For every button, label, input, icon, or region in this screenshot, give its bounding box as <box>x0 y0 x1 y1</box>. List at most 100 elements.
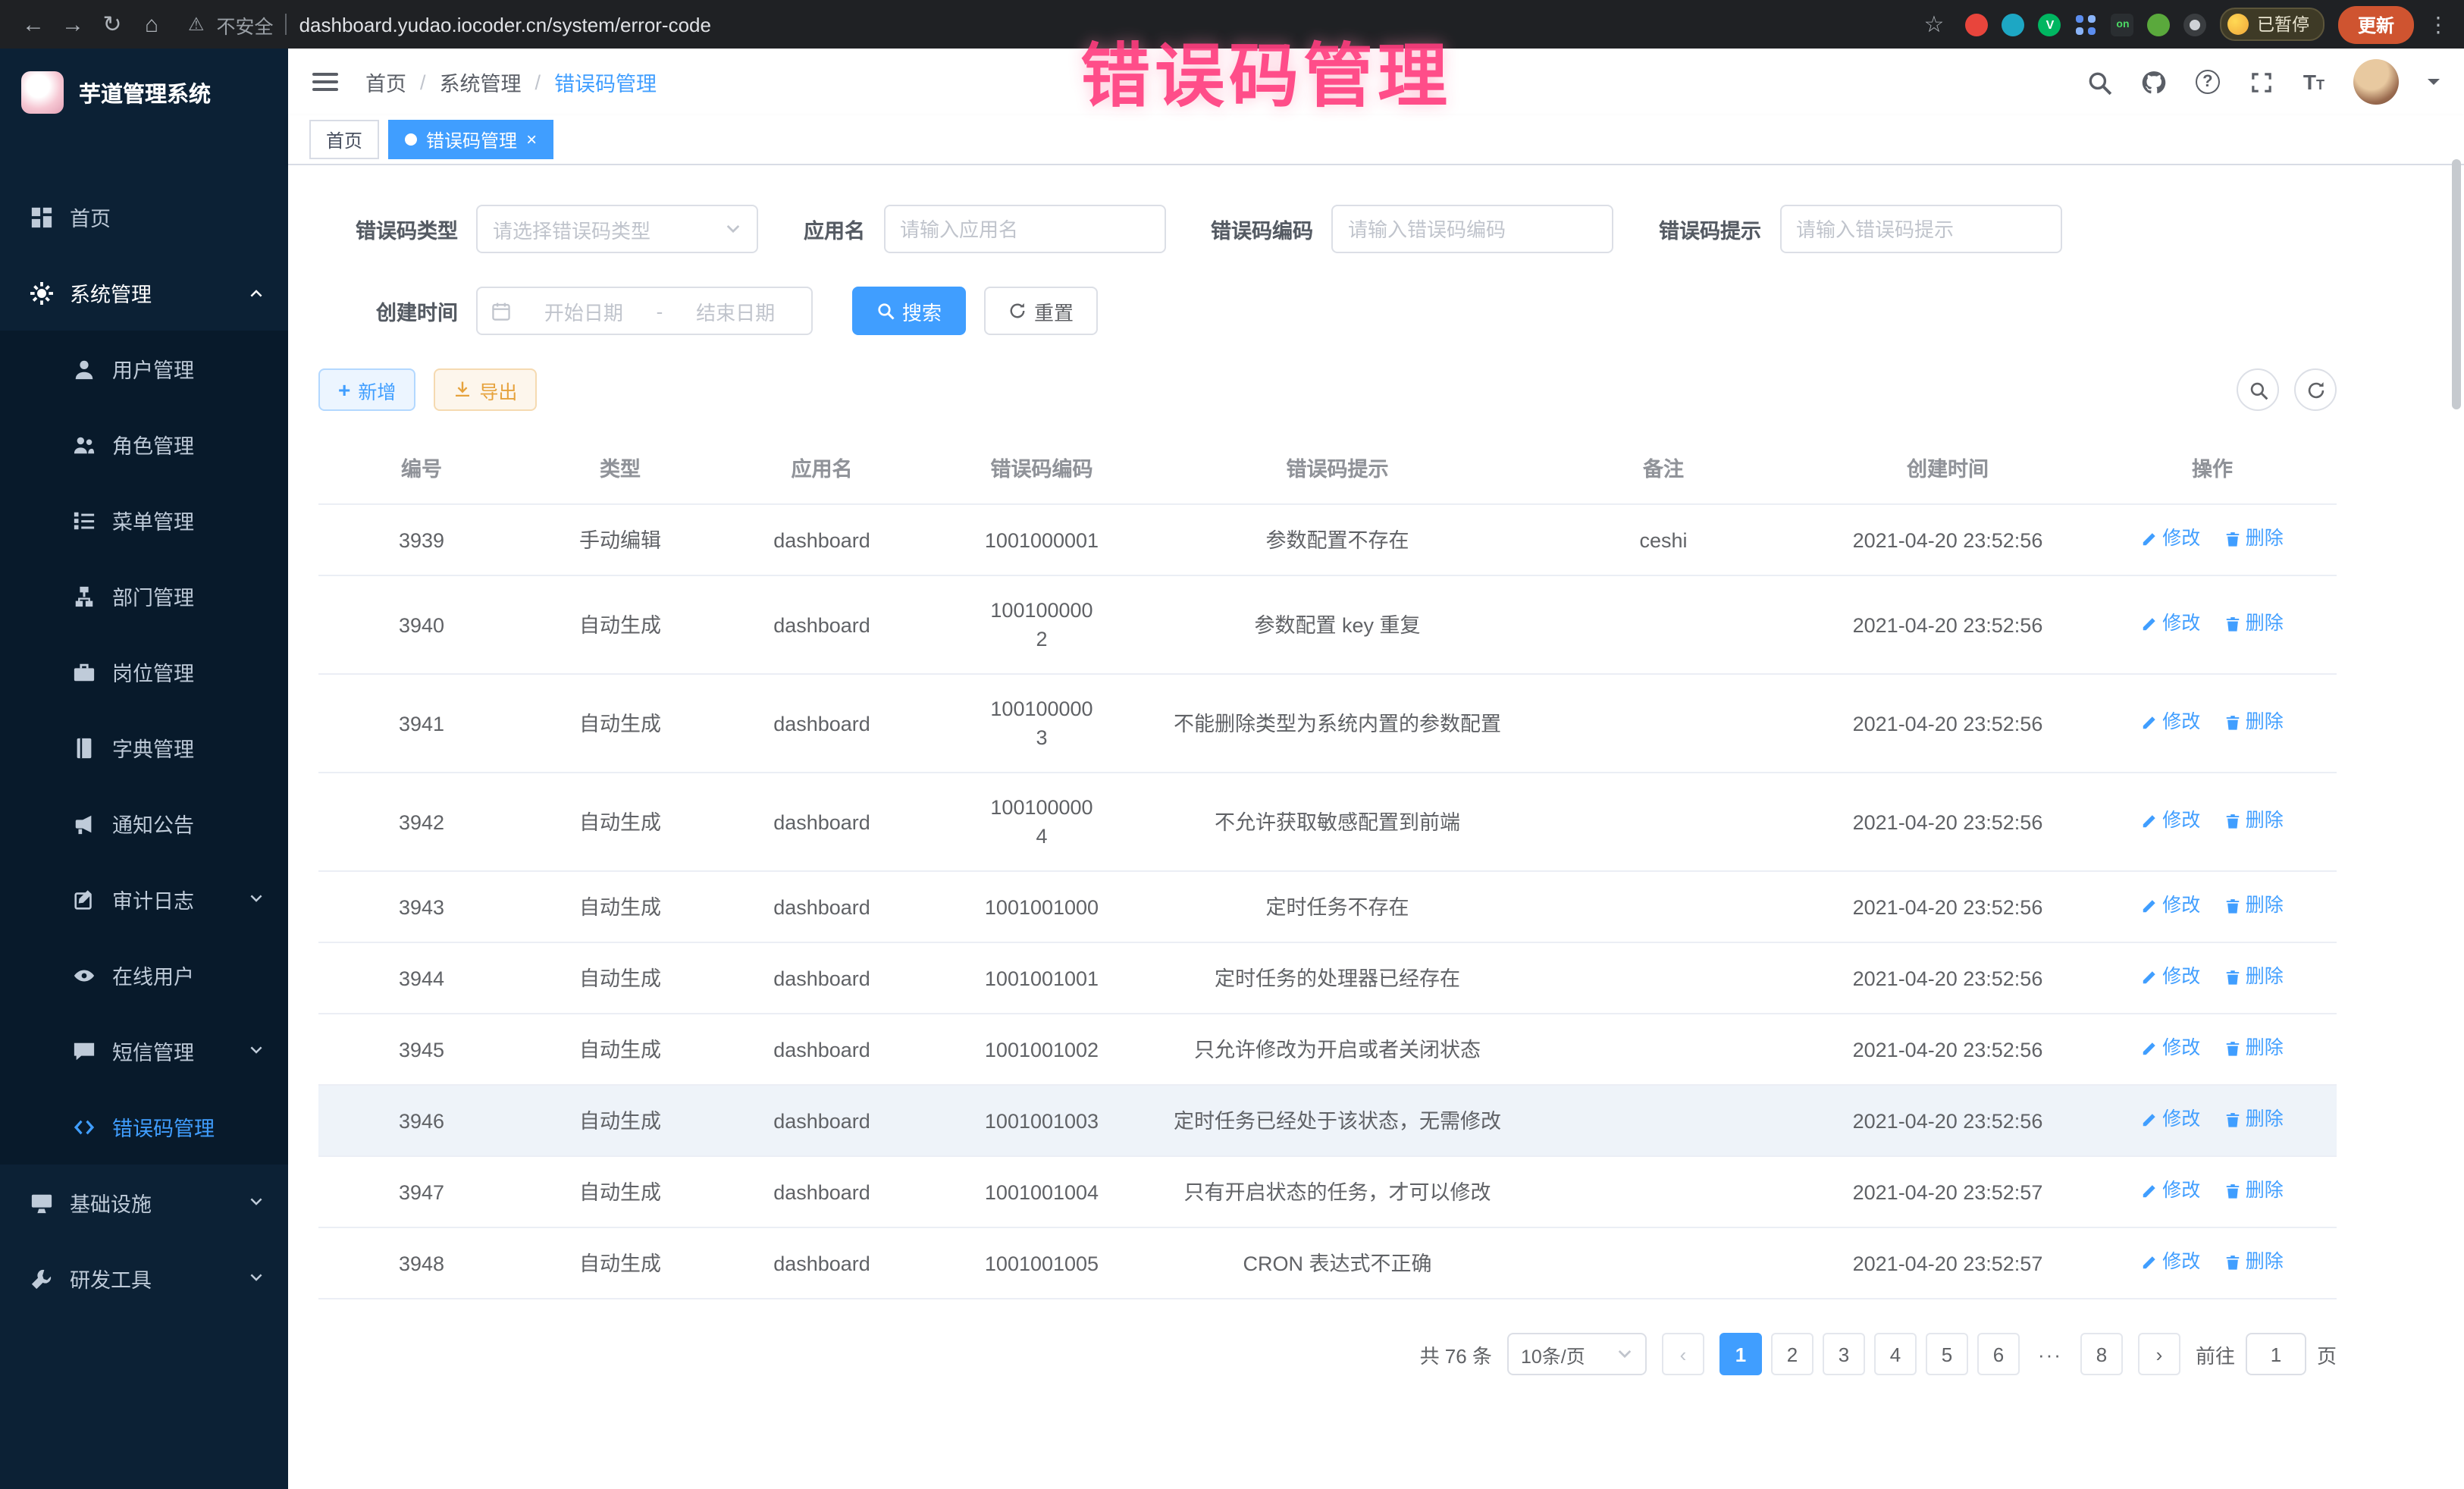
page-button[interactable]: 1 <box>1719 1333 1762 1375</box>
page-button[interactable]: 8 <box>2080 1333 2123 1375</box>
edit-link[interactable]: 修改 <box>2141 525 2200 553</box>
edit-link[interactable]: 修改 <box>2141 1248 2200 1277</box>
delete-link[interactable]: 删除 <box>2224 892 2284 920</box>
sidebar-item-dict-mgmt[interactable]: 字典管理 <box>0 710 288 785</box>
delete-link[interactable]: 删除 <box>2224 807 2284 835</box>
tab-error-code[interactable]: 错误码管理 × <box>388 120 553 159</box>
sidebar-item-infrastructure[interactable]: 基础设施 <box>0 1165 288 1240</box>
extension-red-icon[interactable] <box>1966 13 1989 36</box>
sidebar-item-role-mgmt[interactable]: 角色管理 <box>0 406 288 482</box>
reset-button[interactable]: 重置 <box>984 287 1098 335</box>
pagination: 共 76 条 10条/页 ‹ 1 2 3 <box>318 1333 2337 1375</box>
sidebar-item-user-mgmt[interactable]: 用户管理 <box>0 331 288 406</box>
font-size-icon[interactable]: TT <box>2303 70 2324 94</box>
chevron-down-icon <box>249 1043 264 1058</box>
edit-link[interactable]: 修改 <box>2141 1177 2200 1205</box>
extension-on-icon[interactable]: on <box>2111 13 2134 36</box>
fullscreen-icon[interactable] <box>2249 69 2274 95</box>
sidebar-item-menu-mgmt[interactable]: 菜单管理 <box>0 482 288 558</box>
cell-app: dashboard <box>716 942 928 1014</box>
browser-menu-icon[interactable]: ⋮ <box>2428 11 2449 37</box>
show-search-icon[interactable] <box>2237 368 2279 411</box>
cell-actions: 修改 删除 <box>2088 1014 2337 1085</box>
search-icon[interactable] <box>2086 69 2112 95</box>
edit-link[interactable]: 修改 <box>2141 807 2200 835</box>
delete-link[interactable]: 删除 <box>2224 708 2284 737</box>
cell-remark <box>1519 1014 1807 1085</box>
breadcrumb-system[interactable]: 系统管理 <box>440 67 522 97</box>
error-type-select[interactable]: 请选择错误码类型 <box>476 205 758 253</box>
edit-link[interactable]: 修改 <box>2141 610 2200 638</box>
app-logo[interactable]: 芋道管理系统 <box>0 49 288 136</box>
sidebar-item-system[interactable]: 系统管理 <box>0 255 288 331</box>
page-button[interactable]: 4 <box>1874 1333 1917 1375</box>
page-button[interactable]: 3 <box>1823 1333 1865 1375</box>
search-button[interactable]: 搜索 <box>852 287 966 335</box>
sidebar-item-audit-log[interactable]: 审计日志 <box>0 861 288 937</box>
delete-link[interactable]: 删除 <box>2224 963 2284 992</box>
start-date-placeholder: 开始日期 <box>522 296 646 325</box>
message-icon <box>73 1039 96 1062</box>
avatar-dropdown-icon[interactable] <box>2428 79 2440 91</box>
sidebar-item-post-mgmt[interactable]: 岗位管理 <box>0 634 288 710</box>
delete-link[interactable]: 删除 <box>2224 1105 2284 1134</box>
extension-grid-icon[interactable] <box>2075 13 2098 36</box>
sidebar-item-sms-mgmt[interactable]: 短信管理 <box>0 1013 288 1089</box>
refresh-icon[interactable] <box>2294 368 2337 411</box>
help-icon[interactable]: ? <box>2196 70 2220 94</box>
next-page-button[interactable]: › <box>2138 1333 2180 1375</box>
sidebar-item-dev-tools[interactable]: 研发工具 <box>0 1240 288 1316</box>
cell-created: 2021-04-20 23:52:56 <box>1807 1014 2088 1085</box>
export-button[interactable]: 导出 <box>434 368 537 411</box>
sidebar-item-notice[interactable]: 通知公告 <box>0 785 288 861</box>
user-avatar[interactable] <box>2353 59 2399 105</box>
edit-link[interactable]: 修改 <box>2141 892 2200 920</box>
error-code-input[interactable] <box>1331 205 1613 253</box>
sidebar-item-home[interactable]: 首页 <box>0 179 288 255</box>
page-button[interactable]: 2 <box>1771 1333 1814 1375</box>
extension-green-icon[interactable]: V <box>2039 13 2061 36</box>
paused-badge[interactable]: 已暂停 <box>2221 8 2324 41</box>
app-name-input[interactable] <box>883 205 1165 253</box>
breadcrumb-home[interactable]: 首页 <box>365 67 406 97</box>
address-bar[interactable]: ⚠ 不安全 dashboard.yudao.iocoder.cn/system/… <box>188 10 711 39</box>
reload-icon[interactable]: ↻ <box>94 11 130 38</box>
close-tab-icon[interactable]: × <box>526 130 537 149</box>
delete-link[interactable]: 删除 <box>2224 1034 2284 1063</box>
cell-actions: 修改 删除 <box>2088 1227 2337 1299</box>
error-msg-input[interactable] <box>1779 205 2061 253</box>
extension-pin-icon[interactable] <box>2184 13 2207 36</box>
edit-link[interactable]: 修改 <box>2141 708 2200 737</box>
back-icon[interactable]: ← <box>15 11 52 37</box>
sidebar-collapse-icon[interactable] <box>312 73 338 91</box>
delete-link[interactable]: 删除 <box>2224 525 2284 553</box>
cell-type: 自动生成 <box>525 1227 716 1299</box>
cell-type: 自动生成 <box>525 871 716 942</box>
delete-link[interactable]: 删除 <box>2224 610 2284 638</box>
page-size-select[interactable]: 10条/页 <box>1507 1333 1647 1375</box>
sidebar-item-dept-mgmt[interactable]: 部门管理 <box>0 558 288 634</box>
sidebar-item-online-users[interactable]: 在线用户 <box>0 937 288 1013</box>
page-button[interactable]: 6 <box>1977 1333 2020 1375</box>
prev-page-button[interactable]: ‹ <box>1662 1333 1704 1375</box>
date-range-picker[interactable]: 开始日期 - 结束日期 <box>476 287 813 335</box>
github-icon[interactable] <box>2141 69 2167 95</box>
page-scrollbar[interactable] <box>2452 159 2461 409</box>
delete-link[interactable]: 删除 <box>2224 1248 2284 1277</box>
extension-teal-icon[interactable] <box>2002 13 2025 36</box>
delete-link[interactable]: 删除 <box>2224 1177 2284 1205</box>
browser-home-icon[interactable]: ⌂ <box>133 11 170 37</box>
sidebar-item-error-code[interactable]: 错误码管理 <box>0 1089 288 1165</box>
edit-link[interactable]: 修改 <box>2141 963 2200 992</box>
add-button[interactable]: + 新增 <box>318 368 415 411</box>
goto-page-input[interactable] <box>2246 1333 2306 1375</box>
tab-home[interactable]: 首页 <box>309 120 379 159</box>
page-button[interactable]: 5 <box>1926 1333 1968 1375</box>
forward-icon[interactable]: → <box>55 11 91 37</box>
edit-link[interactable]: 修改 <box>2141 1105 2200 1134</box>
bookmark-star-icon[interactable]: ☆ <box>1916 11 1952 38</box>
page-button[interactable]: ··· <box>2029 1333 2071 1375</box>
extension-leaf-icon[interactable] <box>2148 13 2171 36</box>
edit-link[interactable]: 修改 <box>2141 1034 2200 1063</box>
update-button[interactable]: 更新 <box>2338 5 2414 43</box>
